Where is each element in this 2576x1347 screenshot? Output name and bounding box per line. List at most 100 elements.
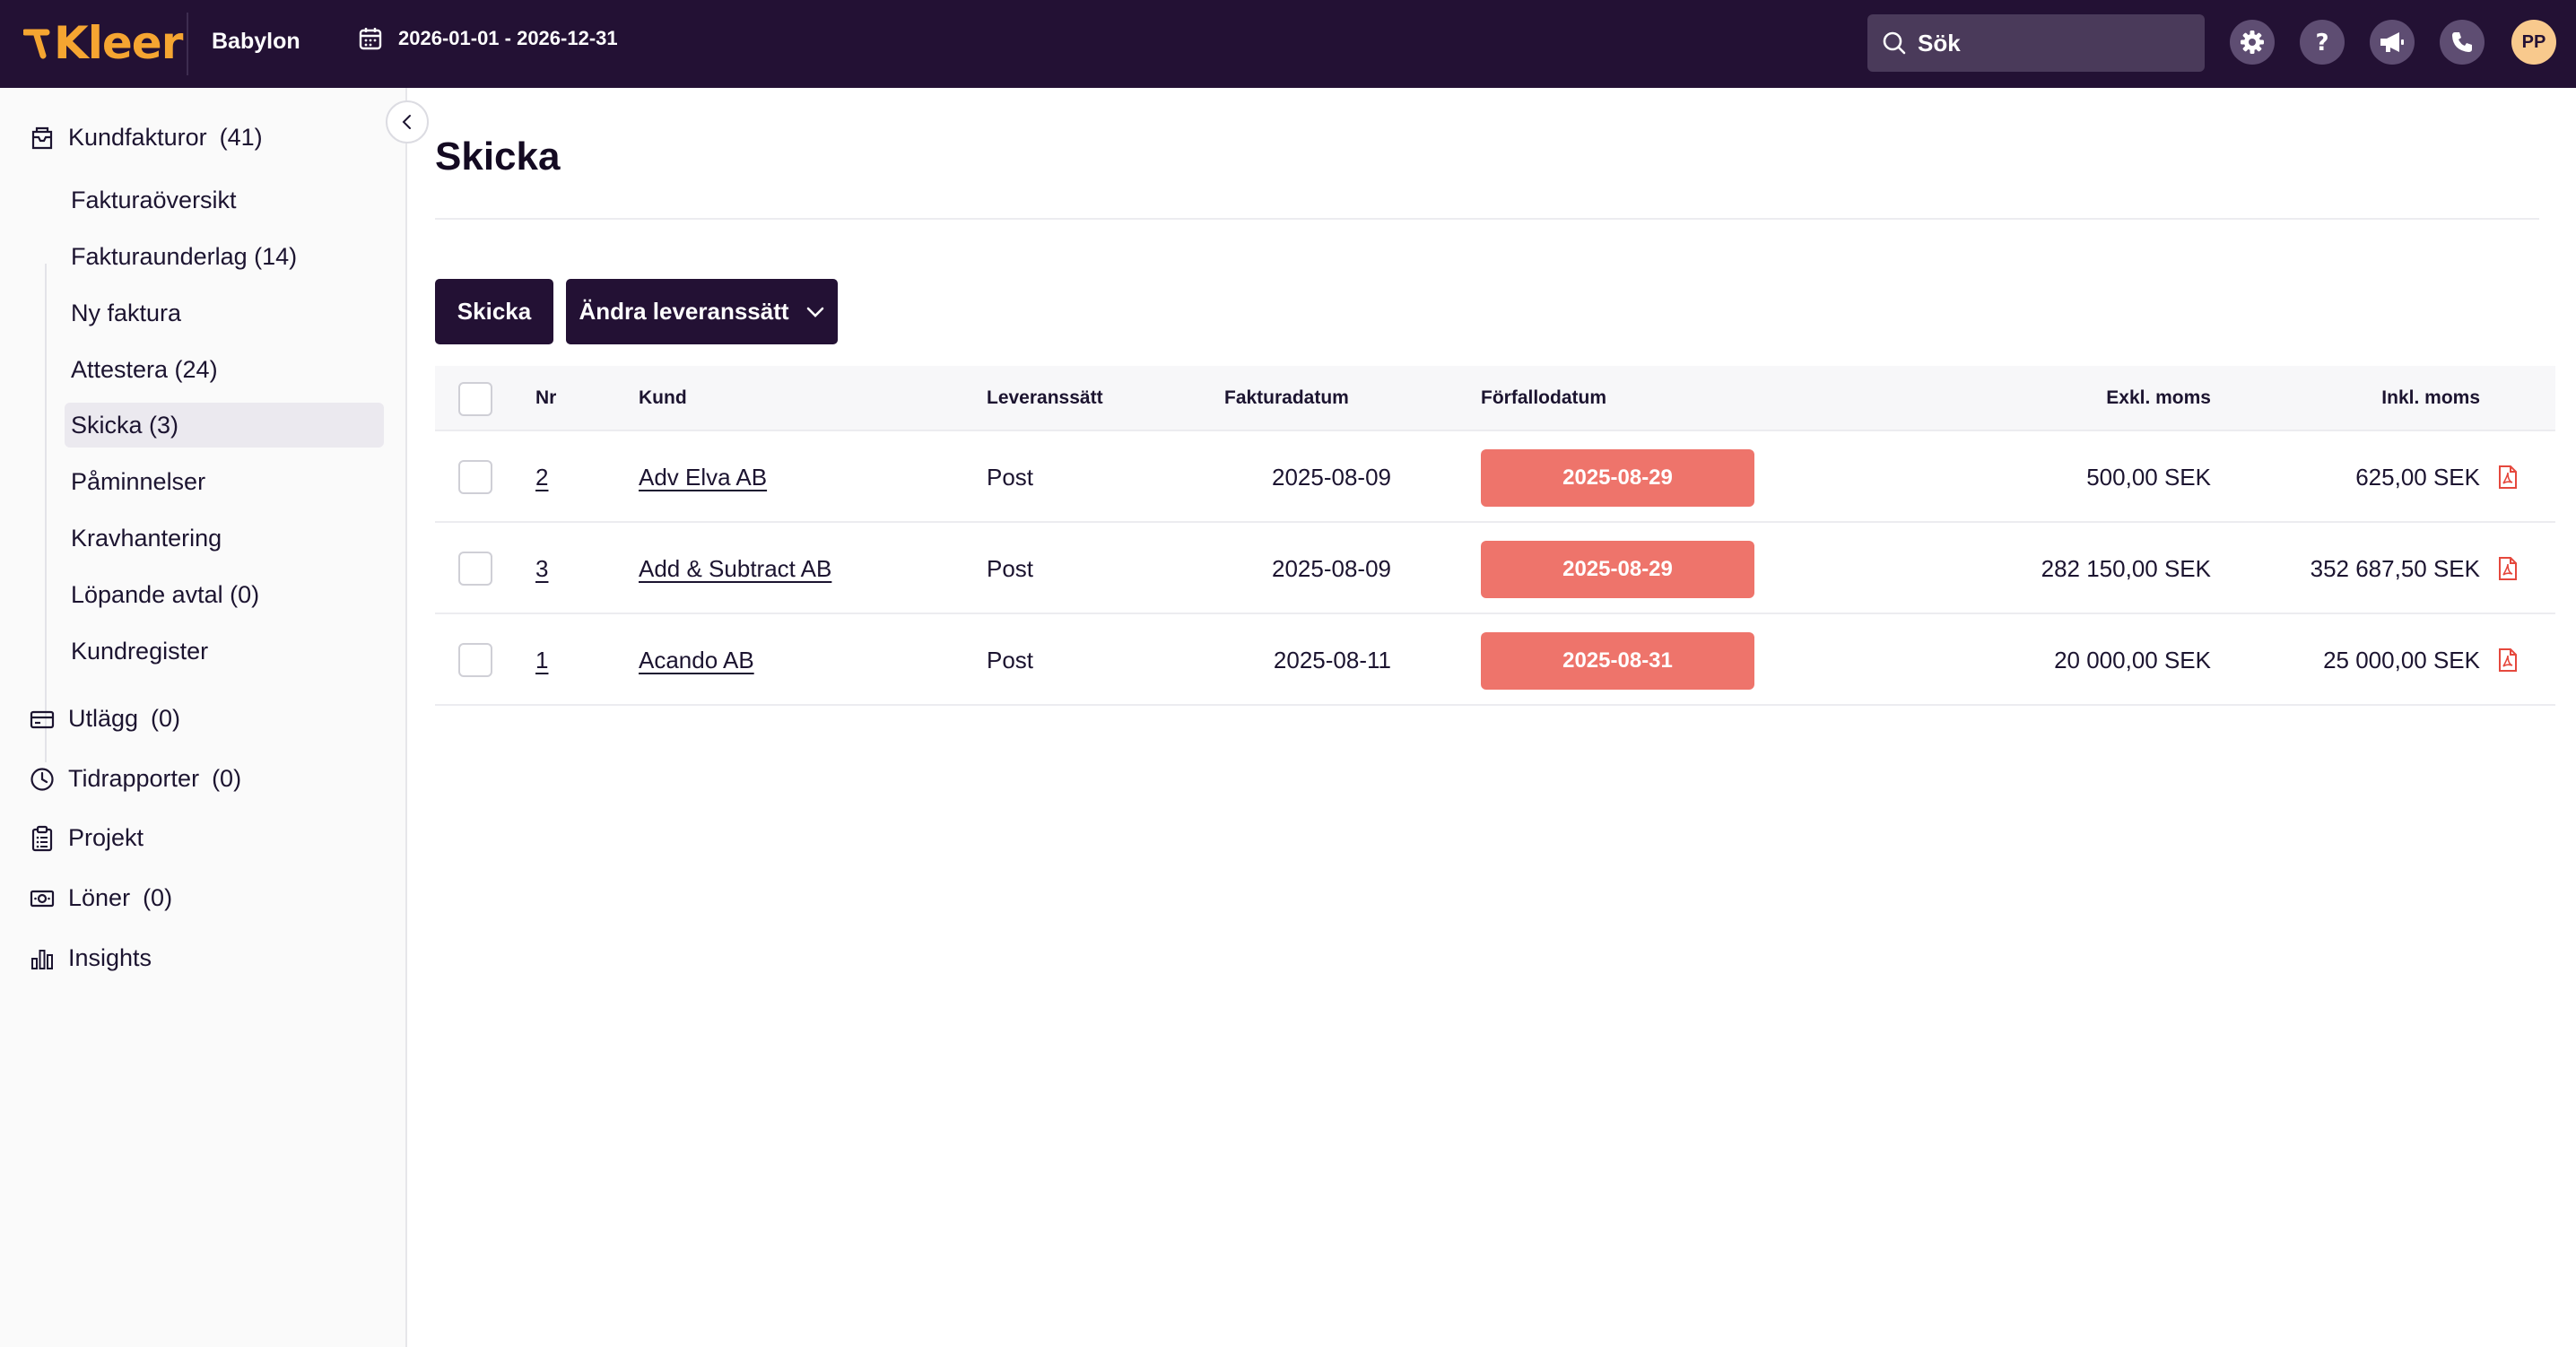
customer-link[interactable]: Add & Subtract AB bbox=[639, 555, 831, 583]
change-delivery-method-dropdown[interactable]: Ändra leveranssätt bbox=[566, 279, 838, 344]
delivery-method: Post bbox=[987, 647, 1034, 674]
card-icon bbox=[30, 710, 55, 728]
nav-utlagg[interactable]: Utlägg (0) bbox=[29, 705, 180, 733]
column-nr[interactable]: Nr bbox=[535, 387, 556, 409]
announcements-button[interactable] bbox=[2370, 20, 2415, 65]
pdf-icon[interactable] bbox=[2498, 557, 2518, 580]
amount-incl-vat: 625,00 SEK bbox=[2355, 464, 2480, 491]
nav-projekt[interactable]: Projekt bbox=[29, 824, 144, 852]
sidebar: Kundfakturor (41) Fakturaöversikt Faktur… bbox=[0, 88, 407, 1347]
column-fakturadatum[interactable]: Fakturadatum bbox=[1224, 387, 1349, 409]
clock-icon bbox=[30, 767, 54, 791]
nav-projekt-label: Projekt bbox=[68, 824, 144, 851]
pdf-icon[interactable] bbox=[2498, 465, 2518, 489]
amount-excl-vat: 500,00 SEK bbox=[2086, 464, 2211, 491]
company-name[interactable]: Babylon bbox=[212, 29, 300, 55]
delivery-method: Post bbox=[987, 555, 1034, 582]
column-exkl-moms[interactable]: Exkl. moms bbox=[1942, 387, 2211, 409]
nav-utlagg-label: Utlägg bbox=[68, 705, 139, 732]
subnav-lopande-avtal[interactable]: Löpande avtal (0) bbox=[65, 572, 384, 617]
collapse-sidebar-button[interactable] bbox=[386, 100, 429, 143]
topbar-divider bbox=[187, 13, 188, 75]
column-inkl-moms[interactable]: Inkl. moms bbox=[2211, 387, 2480, 409]
invoice-number-link[interactable]: 2 bbox=[535, 464, 548, 491]
calendar-icon bbox=[359, 28, 382, 50]
nav-kundfakturor-label: Kundfakturor bbox=[68, 124, 207, 151]
table-header: Nr Kund Leveranssätt Fakturadatum Förfal… bbox=[435, 366, 2555, 431]
table-row[interactable]: 2 Adv Elva AB Post 2025-08-09 2025-08-29… bbox=[435, 431, 2555, 523]
user-avatar[interactable]: PP bbox=[2511, 20, 2556, 65]
search-placeholder: Sök bbox=[1918, 29, 1961, 56]
search-icon bbox=[1883, 31, 1906, 55]
column-forfallodatum[interactable]: Förfallodatum bbox=[1481, 387, 1606, 409]
subnav-ny-faktura[interactable]: Ny faktura bbox=[65, 291, 384, 335]
invoice-number-link[interactable]: 1 bbox=[535, 647, 548, 674]
change-delivery-method-label: Ändra leveranssätt bbox=[579, 298, 789, 325]
amount-incl-vat: 25 000,00 SEK bbox=[2323, 647, 2480, 674]
subnav-paminnelser[interactable]: Påminnelser bbox=[65, 459, 384, 504]
nav-insights[interactable]: Insights bbox=[29, 944, 152, 972]
bar-chart-icon bbox=[31, 949, 53, 969]
subnav-guide-line bbox=[45, 264, 47, 762]
due-date-badge: 2025-08-29 bbox=[1481, 449, 1754, 507]
delivery-method: Post bbox=[987, 464, 1034, 491]
gear-icon bbox=[2241, 30, 2264, 54]
table-row[interactable]: 3 Add & Subtract AB Post 2025-08-09 2025… bbox=[435, 523, 2555, 614]
settings-button[interactable] bbox=[2230, 20, 2275, 65]
fiscal-period-label: 2026-01-01 - 2026-12-31 bbox=[398, 27, 618, 49]
invoice-date: 2025-08-11 bbox=[1273, 647, 1391, 674]
subnav-kundregister[interactable]: Kundregister bbox=[65, 629, 384, 674]
help-icon: ? bbox=[2315, 30, 2328, 56]
nav-loner-count: (0) bbox=[143, 884, 173, 911]
nav-tidrapporter-count: (0) bbox=[212, 765, 242, 792]
column-kund[interactable]: Kund bbox=[639, 387, 687, 409]
phone-icon bbox=[2452, 32, 2472, 52]
select-all-checkbox[interactable] bbox=[458, 382, 492, 416]
nav-tidrapporter-label: Tidrapporter bbox=[68, 765, 200, 792]
page-title: Skicka bbox=[435, 135, 561, 178]
subnav-fakturaoversikt[interactable]: Fakturaöversikt bbox=[65, 178, 384, 222]
amount-excl-vat: 282 150,00 SEK bbox=[2041, 555, 2211, 582]
customer-link[interactable]: Adv Elva AB bbox=[639, 464, 767, 491]
amount-excl-vat: 20 000,00 SEK bbox=[2054, 647, 2211, 674]
fiscal-period-selector[interactable]: 2026-01-01 - 2026-12-31 bbox=[359, 27, 618, 50]
megaphone-icon bbox=[2380, 32, 2404, 52]
kleer-logo[interactable]: Kleer bbox=[23, 17, 183, 69]
chevron-down-icon bbox=[806, 307, 823, 317]
svg-text:?: ? bbox=[2315, 30, 2328, 56]
nav-tidrapporter[interactable]: Tidrapporter (0) bbox=[29, 765, 241, 793]
customer-link[interactable]: Acando AB bbox=[639, 647, 754, 674]
table-row[interactable]: 1 Acando AB Post 2025-08-11 2025-08-31 2… bbox=[435, 614, 2555, 706]
column-leveranssatt[interactable]: Leveranssätt bbox=[987, 387, 1103, 409]
nav-loner[interactable]: Löner (0) bbox=[29, 884, 172, 912]
contact-button[interactable] bbox=[2440, 20, 2485, 65]
help-button[interactable]: ? bbox=[2300, 20, 2345, 65]
money-icon bbox=[30, 890, 55, 907]
invoice-number-link[interactable]: 3 bbox=[535, 555, 548, 583]
invoice-date: 2025-08-09 bbox=[1272, 555, 1391, 582]
amount-incl-vat: 352 687,50 SEK bbox=[2310, 555, 2480, 582]
nav-kundfakturor[interactable]: Kundfakturor (41) bbox=[29, 124, 263, 152]
pdf-icon[interactable] bbox=[2498, 648, 2518, 672]
nav-insights-label: Insights bbox=[68, 944, 152, 971]
chevron-left-icon bbox=[402, 115, 411, 129]
row-checkbox[interactable] bbox=[458, 643, 492, 677]
due-date-badge: 2025-08-29 bbox=[1481, 541, 1754, 598]
top-bar: Kleer Babylon 2026-01-01 - 2026-12-31 Sö… bbox=[0, 0, 2576, 88]
send-button[interactable]: Skicka bbox=[435, 279, 553, 344]
nav-kundfakturor-count: (41) bbox=[219, 124, 263, 151]
due-date-badge: 2025-08-31 bbox=[1481, 632, 1754, 690]
invoice-date: 2025-08-09 bbox=[1272, 464, 1391, 491]
clipboard-icon bbox=[31, 825, 53, 851]
subnav-kravhantering[interactable]: Kravhantering bbox=[65, 516, 384, 561]
invoice-icon bbox=[31, 126, 53, 149]
logo-text: Kleer bbox=[54, 17, 183, 69]
nav-loner-label: Löner bbox=[68, 884, 131, 911]
nav-utlagg-count: (0) bbox=[151, 705, 181, 732]
row-checkbox[interactable] bbox=[458, 460, 492, 494]
subnav-skicka[interactable]: Skicka (3) bbox=[65, 403, 384, 448]
subnav-fakturaunderlag[interactable]: Fakturaunderlag (14) bbox=[65, 234, 384, 279]
subnav-attestera[interactable]: Attestera (24) bbox=[65, 347, 384, 392]
row-checkbox[interactable] bbox=[458, 552, 492, 586]
search-input[interactable]: Sök bbox=[1867, 14, 2205, 72]
